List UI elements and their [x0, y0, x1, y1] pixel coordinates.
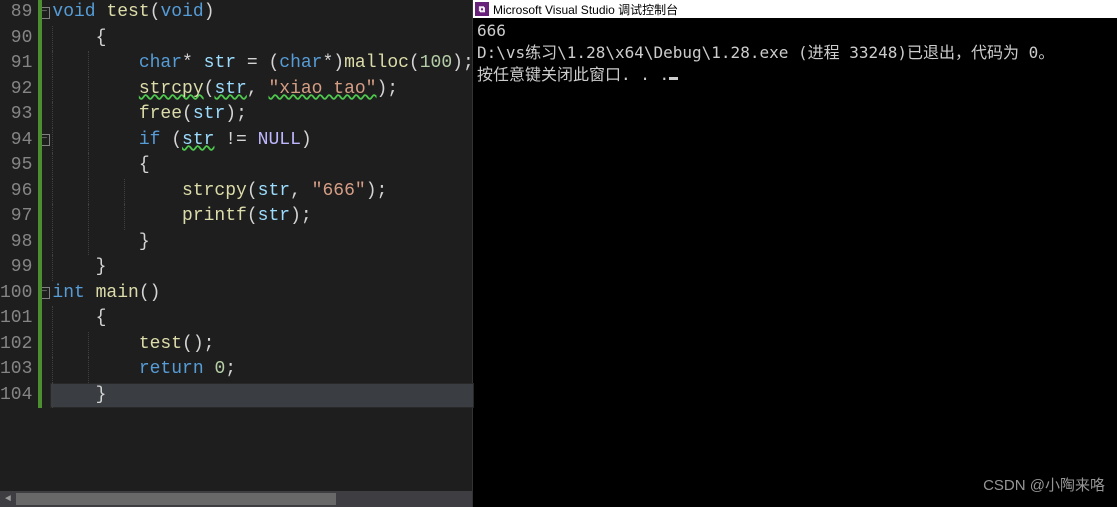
code-line[interactable]: if (str != NULL)	[50, 128, 473, 154]
console-titlebar[interactable]: ⧉ Microsoft Visual Studio 调试控制台	[473, 0, 1117, 18]
line-number[interactable]: 97	[0, 204, 32, 230]
line-number[interactable]: 89	[0, 0, 32, 26]
debug-console-pane: ⧉ Microsoft Visual Studio 调试控制台 666D:\vs…	[472, 0, 1117, 507]
horizontal-scrollbar[interactable]: ◄	[0, 491, 472, 507]
line-number[interactable]: 103	[0, 357, 32, 383]
line-number[interactable]: 93	[0, 102, 32, 128]
code-line[interactable]: void test(void)	[50, 0, 473, 26]
code-line[interactable]: strcpy(str, "666");	[50, 179, 473, 205]
line-number[interactable]: 94	[0, 128, 32, 154]
code-text-area[interactable]: void test(void) { char* str = (char*)mal…	[50, 0, 473, 507]
console-output[interactable]: 666D:\vs练习\1.28\x64\Debug\1.28.exe (进程 3…	[473, 18, 1117, 507]
line-number[interactable]: 95	[0, 153, 32, 179]
code-line[interactable]: }	[50, 383, 473, 409]
line-number[interactable]: 100	[0, 281, 32, 307]
line-number[interactable]: 90	[0, 26, 32, 52]
code-line[interactable]: printf(str);	[50, 204, 473, 230]
line-number[interactable]: 92	[0, 77, 32, 103]
console-line: 666	[477, 20, 1113, 42]
code-line[interactable]: strcpy(str, "xiao tao");	[50, 77, 473, 103]
code-line[interactable]: {	[50, 153, 473, 179]
line-number[interactable]: 99	[0, 255, 32, 281]
line-number[interactable]: 102	[0, 332, 32, 358]
visual-studio-icon: ⧉	[475, 2, 489, 16]
code-line[interactable]: {	[50, 306, 473, 332]
code-line[interactable]: free(str);	[50, 102, 473, 128]
watermark-text: CSDN @小陶来咯	[983, 474, 1105, 495]
code-line[interactable]: {	[50, 26, 473, 52]
code-line[interactable]: test();	[50, 332, 473, 358]
console-title-text: Microsoft Visual Studio 调试控制台	[493, 1, 678, 18]
scroll-thumb[interactable]	[16, 493, 336, 505]
line-number[interactable]: 91	[0, 51, 32, 77]
console-line: 按任意键关闭此窗口. . .	[477, 64, 1113, 86]
code-line[interactable]: return 0;	[50, 357, 473, 383]
code-line[interactable]: }	[50, 230, 473, 256]
code-editor-pane: 8990919293949596979899100101102103104 −−…	[0, 0, 472, 507]
console-cursor	[669, 77, 678, 80]
console-line: D:\vs练习\1.28\x64\Debug\1.28.exe (进程 3324…	[477, 42, 1113, 64]
line-number[interactable]: 104	[0, 383, 32, 409]
line-number[interactable]: 101	[0, 306, 32, 332]
line-number[interactable]: 98	[0, 230, 32, 256]
line-number-gutter[interactable]: 8990919293949596979899100101102103104	[0, 0, 38, 507]
scroll-left-arrow[interactable]: ◄	[0, 491, 16, 507]
code-line[interactable]: char* str = (char*)malloc(100);	[50, 51, 473, 77]
code-area: 8990919293949596979899100101102103104 −−…	[0, 0, 472, 507]
line-number[interactable]: 96	[0, 179, 32, 205]
code-line[interactable]: int main()	[50, 281, 473, 307]
code-line[interactable]: }	[50, 255, 473, 281]
